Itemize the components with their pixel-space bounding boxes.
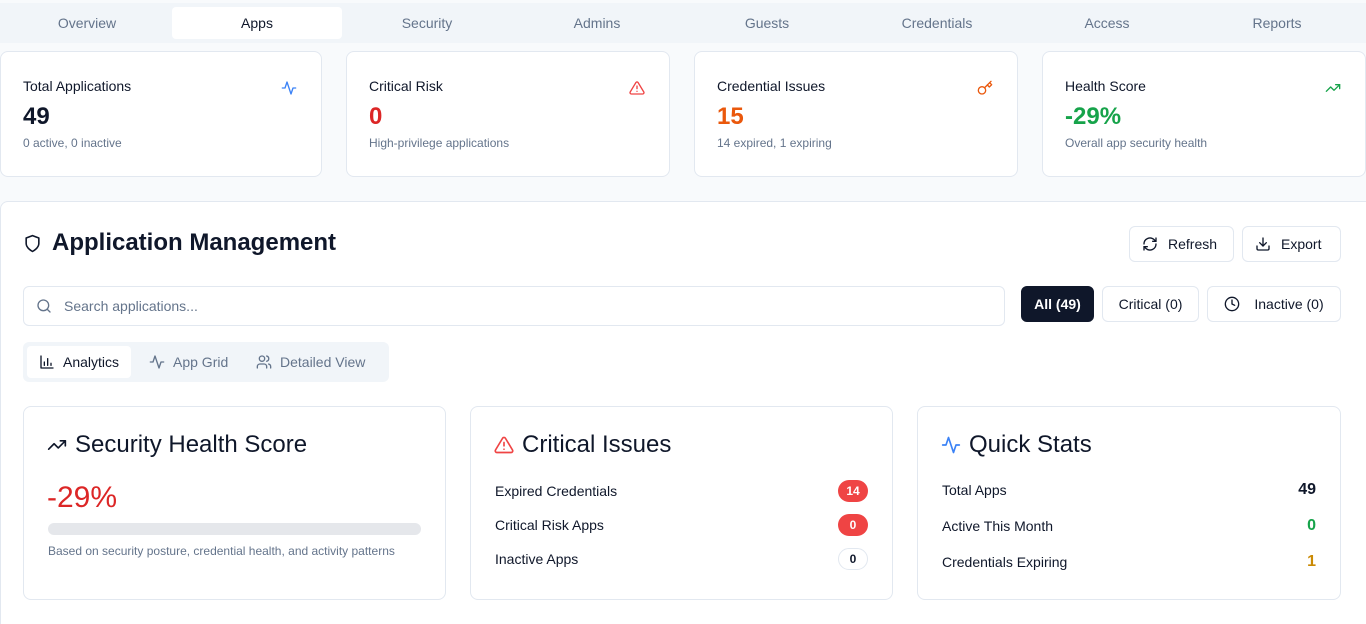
shield-icon	[25, 234, 40, 252]
stat-value: 49	[1298, 481, 1316, 498]
stat-value: 0	[369, 103, 383, 130]
management-title-text: Application Management	[52, 229, 337, 256]
tab-reports[interactable]: Reports	[1192, 7, 1362, 39]
panel-title: Critical Issues	[494, 431, 671, 459]
key-icon	[977, 80, 993, 95]
count-badge: 0	[838, 514, 868, 536]
list-item: Active This Month 0	[942, 517, 1316, 535]
stat-label: Active This Month	[942, 518, 1054, 534]
bar-chart-icon	[40, 355, 54, 369]
stat-label: Total Apps	[942, 482, 1007, 498]
stat-value: 15	[717, 103, 744, 130]
stat-value: 0	[1307, 517, 1316, 534]
stat-label: Health Score	[1065, 78, 1146, 94]
issue-label: Critical Risk Apps	[495, 517, 604, 533]
refresh-icon	[1143, 237, 1157, 251]
activity-icon	[941, 436, 961, 454]
list-item: Total Apps 49	[942, 481, 1316, 499]
filter-all-button[interactable]: All (49)	[1021, 286, 1094, 322]
search-icon	[37, 299, 51, 313]
activity-icon	[149, 355, 165, 369]
stat-label: Credential Issues	[717, 78, 826, 94]
stat-card-health-score: Health Score -29% Overall app security h…	[1042, 51, 1366, 177]
filter-critical-button[interactable]: Critical (0)	[1102, 286, 1199, 322]
stat-value: -29%	[1065, 103, 1122, 130]
count-badge: 0	[838, 548, 868, 570]
management-title: Application Management	[23, 229, 336, 257]
tab-analytics-label: Analytics	[63, 354, 120, 370]
security-health-panel: Security Health Score -29% Based on secu…	[23, 406, 446, 600]
stat-card-credential-issues: Credential Issues 15 14 expired, 1 expir…	[694, 51, 1018, 177]
stat-sub: 0 active, 0 inactive	[23, 136, 122, 150]
stat-sub: 14 expired, 1 expiring	[717, 136, 832, 150]
stat-sub: High-privilege applications	[369, 136, 510, 150]
list-item: Credentials Expiring 1	[942, 553, 1316, 571]
health-note: Based on security posture, credential he…	[48, 544, 395, 558]
stat-label: Total Applications	[23, 78, 132, 94]
tab-detailed-view-label: Detailed View	[280, 354, 366, 370]
filter-inactive-button[interactable]: Inactive (0)	[1207, 286, 1341, 322]
users-icon	[256, 355, 272, 369]
tab-overview[interactable]: Overview	[2, 7, 172, 39]
tab-access[interactable]: Access	[1022, 7, 1192, 39]
panel-title-text: Security Health Score	[75, 431, 308, 458]
tab-admins[interactable]: Admins	[512, 7, 682, 39]
tab-security[interactable]: Security	[342, 7, 512, 39]
filter-inactive-label: Inactive (0)	[1254, 296, 1324, 312]
view-tabs: Analytics App Grid Detailed View	[23, 342, 389, 382]
count-badge: 14	[838, 480, 868, 502]
search-input[interactable]	[64, 298, 964, 314]
search-box	[23, 286, 1005, 326]
tab-app-grid-label: App Grid	[173, 354, 229, 370]
quick-stats-panel: Quick Stats Total Apps 49 Active This Mo…	[917, 406, 1341, 600]
panel-title: Security Health Score	[47, 431, 307, 459]
stat-value: 1	[1307, 553, 1316, 570]
nav-tabs: Overview Apps Security Admins Guests Cre…	[0, 3, 1366, 43]
stat-card-total-applications: Total Applications 49 0 active, 0 inacti…	[0, 51, 322, 177]
trending-up-icon	[1325, 84, 1341, 92]
list-item: Expired Credentials 14	[495, 480, 868, 502]
stat-sub: Overall app security health	[1065, 136, 1208, 150]
tab-detailed-view[interactable]: Detailed View	[244, 346, 377, 378]
alert-triangle-icon	[629, 81, 645, 95]
list-item: Critical Risk Apps 0	[495, 514, 868, 536]
tab-guests[interactable]: Guests	[682, 7, 852, 39]
issue-label: Inactive Apps	[495, 551, 579, 567]
tab-apps[interactable]: Apps	[172, 7, 342, 39]
issue-label: Expired Credentials	[495, 483, 618, 499]
export-label: Export	[1281, 236, 1322, 252]
stat-label: Credentials Expiring	[942, 554, 1068, 570]
tab-app-grid[interactable]: App Grid	[137, 346, 240, 378]
critical-issues-panel: Critical Issues Expired Credentials 14 C…	[470, 406, 893, 600]
stat-value: 49	[23, 103, 50, 130]
clock-icon	[1225, 296, 1240, 312]
panel-title-text: Critical Issues	[522, 431, 672, 458]
activity-icon	[281, 81, 297, 95]
tab-analytics[interactable]: Analytics	[27, 346, 132, 378]
alert-triangle-icon	[494, 436, 514, 454]
panel-title-text: Quick Stats	[969, 431, 1092, 458]
download-icon	[1256, 237, 1270, 251]
trending-up-icon	[47, 440, 67, 450]
panel-title: Quick Stats	[941, 431, 1092, 459]
health-progress-bar	[48, 523, 421, 535]
list-item: Inactive Apps 0	[495, 548, 868, 570]
export-button[interactable]: Export	[1242, 226, 1341, 262]
refresh-label: Refresh	[1168, 236, 1218, 252]
tab-credentials[interactable]: Credentials	[852, 7, 1022, 39]
stat-label: Critical Risk	[369, 78, 443, 94]
health-score-value: -29%	[47, 481, 118, 514]
refresh-button[interactable]: Refresh	[1129, 226, 1234, 262]
stat-card-critical-risk: Critical Risk 0 High-privilege applicati…	[346, 51, 670, 177]
